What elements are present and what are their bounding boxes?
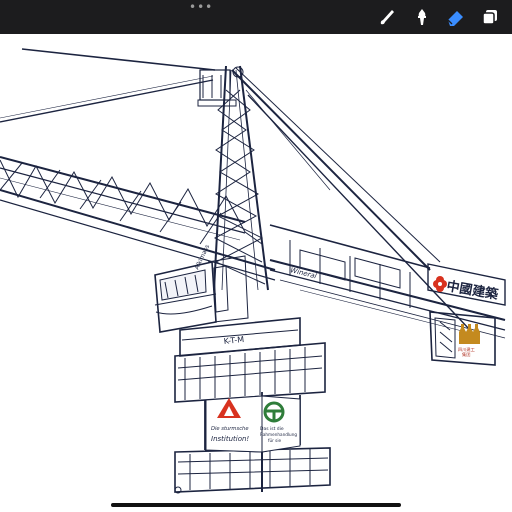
counterweight-label-2: 集团 [462,351,470,358]
sign-right: Das ist die Rahmenhandlung für sie [260,395,301,453]
eraser-icon[interactable] [444,5,468,29]
sign-right-line3: für sie [268,438,282,443]
apex-tower [197,65,269,291]
sign-left-line1: Die sturmsche [211,426,249,432]
sign-left-line2: Institution! [211,435,249,443]
drawing-canvas[interactable]: K-T-M Wineral Alkimass 中國建築 四川建工 集团 Die … [0,34,512,512]
counterweight-logo: 四川建工 集团 [458,324,480,358]
toolbar: ••• [0,0,512,34]
main-jib [0,156,276,281]
layers-icon[interactable] [478,5,502,29]
brush-icon[interactable] [375,5,399,29]
tower-lettering: K-T-M [223,335,244,346]
sign-left: Die sturmsche Institution! [205,395,263,453]
company-logo [433,276,447,292]
smudge-icon[interactable] [410,5,434,29]
operator-cab [154,255,249,333]
more-dots-icon[interactable]: ••• [189,1,213,13]
crane-drawing: K-T-M Wineral Alkimass 中國建築 四川建工 集团 Die … [0,48,506,494]
home-indicator[interactable] [111,503,401,507]
sign-right-line2: Rahmenhandlung [260,432,297,437]
